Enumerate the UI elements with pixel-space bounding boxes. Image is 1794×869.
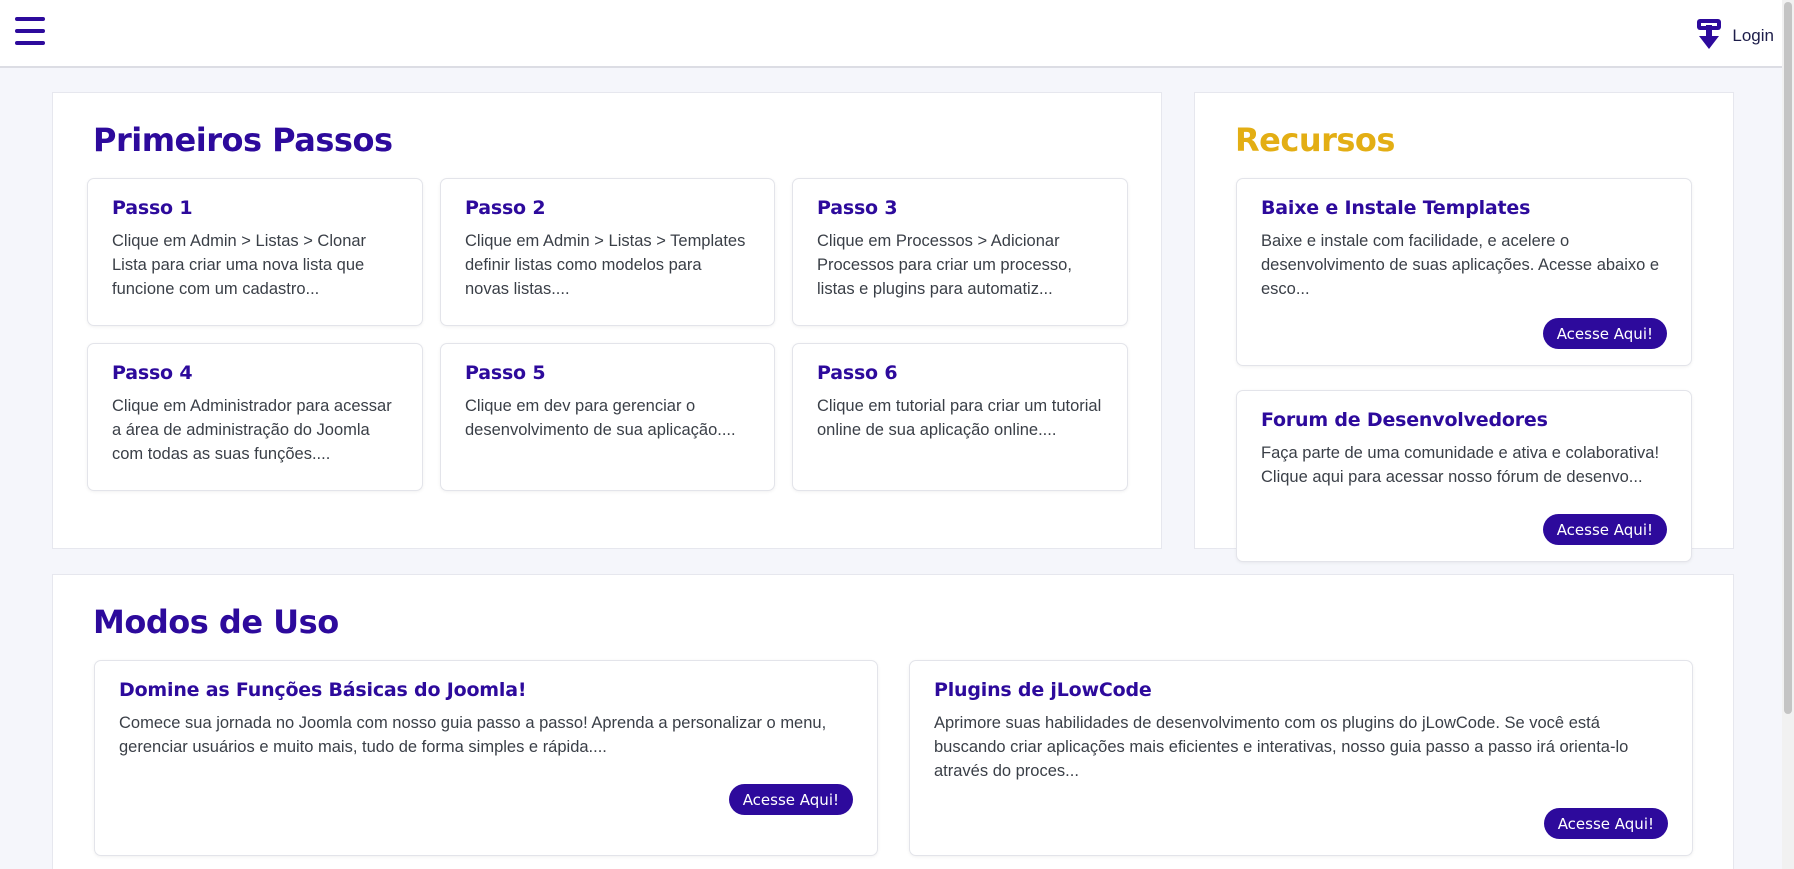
card-text: Baixe e instale com facilidade, e aceler…	[1261, 232, 1660, 298]
hamburger-line	[15, 29, 45, 33]
card-text: Clique em Processos > Adicionar Processo…	[817, 232, 1072, 298]
card-text: Comece sua jornada no Joomla com nosso g…	[119, 714, 827, 756]
modos-de-uso-title: Modos de Uso	[93, 603, 339, 641]
passo-card-6[interactable]: Passo 6 Clique em tutorial para criar um…	[792, 343, 1128, 491]
card-text: Aprimore suas habilidades de desenvolvim…	[934, 714, 1629, 780]
card-text: Clique em tutorial para criar um tutoria…	[817, 397, 1102, 439]
scrollbar-thumb[interactable]	[1784, 2, 1792, 714]
acesse-aqui-button[interactable]: Acesse Aqui!	[1542, 514, 1667, 545]
login-label: Login	[1732, 26, 1774, 45]
hamburger-line	[15, 41, 45, 45]
card-title: Baixe e Instale Templates	[1261, 197, 1531, 219]
login-button[interactable]: Login	[1696, 18, 1774, 54]
hamburger-menu-icon[interactable]	[15, 17, 45, 45]
card-text: Clique em Admin > Listas > Clonar Lista …	[112, 232, 367, 298]
card-title: Passo 5	[465, 362, 546, 384]
primeiros-passos-title: Primeiros Passos	[93, 121, 393, 159]
card-text: Faça parte de uma comunidade e ativa e c…	[1261, 444, 1660, 486]
modos-card-plugins[interactable]: Plugins de jLowCode Aprimore suas habili…	[909, 660, 1693, 856]
passo-card-3[interactable]: Passo 3 Clique em Processos > Adicionar …	[792, 178, 1128, 326]
passo-card-5[interactable]: Passo 5 Clique em dev para gerenciar o d…	[440, 343, 775, 491]
acesse-aqui-button[interactable]: Acesse Aqui!	[728, 784, 853, 815]
card-title: Plugins de jLowCode	[934, 679, 1152, 701]
top-bar: Login	[0, 0, 1794, 68]
modos-de-uso-panel: Modos de Uso Domine as Funções Básicas d…	[52, 574, 1734, 869]
primeiros-passos-panel: Primeiros Passos Passo 1 Clique em Admin…	[52, 92, 1162, 549]
acesse-aqui-button[interactable]: Acesse Aqui!	[1542, 318, 1667, 349]
recursos-title: Recursos	[1235, 121, 1395, 159]
card-title: Forum de Desenvolvedores	[1261, 409, 1548, 431]
page-scrollbar[interactable]	[1782, 0, 1794, 869]
card-title: Passo 2	[465, 197, 546, 219]
passo-card-1[interactable]: Passo 1 Clique em Admin > Listas > Clona…	[87, 178, 423, 326]
modos-card-joomla[interactable]: Domine as Funções Básicas do Joomla! Com…	[94, 660, 878, 856]
recursos-panel: Recursos Baixe e Instale Templates Baixe…	[1194, 92, 1734, 562]
card-title: Passo 6	[817, 362, 898, 384]
acesse-aqui-button[interactable]: Acesse Aqui!	[1543, 808, 1668, 839]
passo-card-4[interactable]: Passo 4 Clique em Administrador para ace…	[87, 343, 423, 491]
login-arrow-icon	[1696, 18, 1722, 54]
hamburger-line	[15, 17, 45, 21]
card-title: Domine as Funções Básicas do Joomla!	[119, 679, 527, 701]
card-title: Passo 3	[817, 197, 898, 219]
recursos-card-forum[interactable]: Forum de Desenvolvedores Faça parte de u…	[1236, 390, 1692, 562]
passo-card-2[interactable]: Passo 2 Clique em Admin > Listas > Templ…	[440, 178, 775, 326]
card-text: Clique em Admin > Listas > Templates def…	[465, 232, 746, 298]
card-title: Passo 4	[112, 362, 193, 384]
card-text: Clique em Administrador para acessar a á…	[112, 397, 392, 463]
card-title: Passo 1	[112, 197, 193, 219]
recursos-card-templates[interactable]: Baixe e Instale Templates Baixe e instal…	[1236, 178, 1692, 366]
card-text: Clique em dev para gerenciar o desenvolv…	[465, 397, 736, 439]
